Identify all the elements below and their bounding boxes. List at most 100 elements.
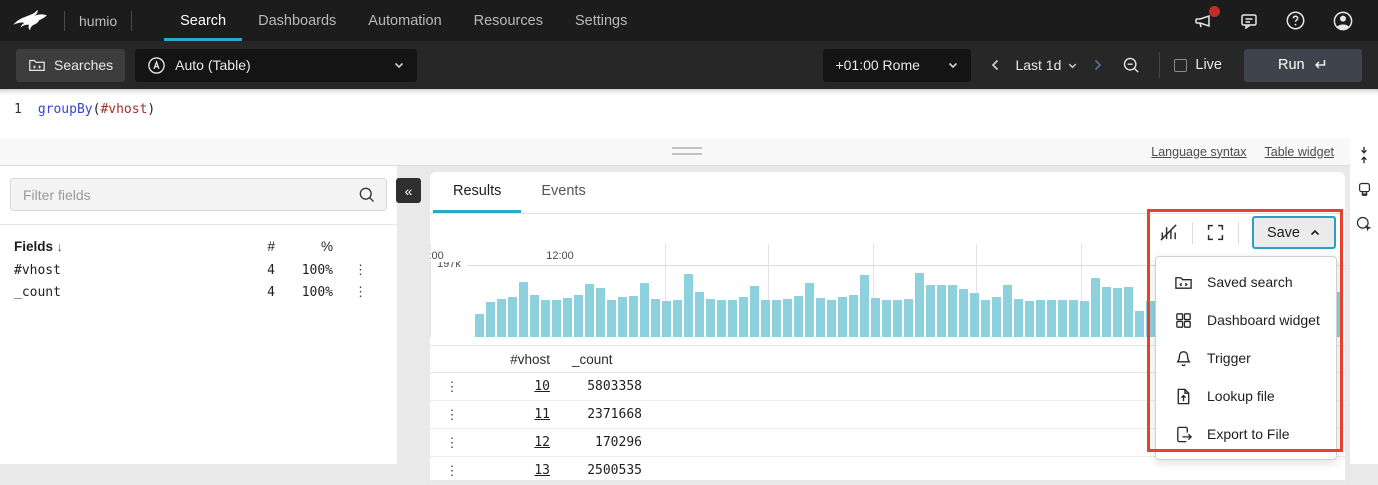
inspect-search-icon[interactable] <box>1355 215 1373 233</box>
table-row: ⋮ 13 2500535 <box>430 457 1345 485</box>
histogram-bar <box>574 295 583 337</box>
zoom-out-time-icon[interactable] <box>1118 52 1145 79</box>
repository-name[interactable]: humio <box>79 13 117 29</box>
query-editor[interactable]: 1 groupBy(#vhost) <box>0 89 1378 138</box>
crowdstrike-falcon-logo-icon[interactable] <box>12 8 50 34</box>
time-forward-button[interactable] <box>1088 54 1108 76</box>
chat-feedback-icon[interactable] <box>1239 11 1259 31</box>
vhost-value-link[interactable]: 13 <box>474 463 550 478</box>
histogram-bar <box>1113 288 1122 337</box>
menu-item-label: Dashboard widget <box>1207 312 1320 328</box>
row-menu-icon[interactable]: ⋮ <box>430 379 474 395</box>
histogram-bar <box>684 274 693 337</box>
menu-item-label: Export to File <box>1207 426 1289 442</box>
hide-histogram-icon[interactable] <box>1158 222 1179 243</box>
vhost-value-link[interactable]: 10 <box>474 379 550 394</box>
column-header-vhost[interactable]: #vhost <box>474 352 550 367</box>
histogram-bar <box>585 284 594 337</box>
row-menu-icon[interactable]: ⋮ <box>430 407 474 423</box>
divider <box>64 11 65 31</box>
view-mode-select[interactable]: Auto (Table) <box>135 49 417 82</box>
vhost-value-link[interactable]: 12 <box>474 435 550 450</box>
collapse-vertical-icon[interactable] <box>1355 145 1373 165</box>
column-header-count[interactable]: _count <box>550 352 642 367</box>
auto-mode-icon <box>147 56 166 75</box>
splitter-bar: Language syntax Table widget <box>0 138 1378 166</box>
fullscreen-icon[interactable] <box>1206 223 1225 242</box>
results-card: Results Events 197k 21:00 Thu 13 03:00 0… <box>430 172 1345 480</box>
language-syntax-link[interactable]: Language syntax <box>1151 145 1246 159</box>
time-range-select[interactable]: Last 1d <box>1015 57 1078 73</box>
results-actions-toolbar: Save <box>1158 216 1336 249</box>
row-menu-icon[interactable]: ⋮ <box>430 435 474 451</box>
filter-fields-input[interactable]: Filter fields <box>10 178 387 211</box>
export-file-icon <box>1174 425 1193 444</box>
searches-label: Searches <box>54 57 113 73</box>
help-icon[interactable] <box>1285 10 1306 31</box>
histogram-bar <box>717 300 726 337</box>
count-value: 2500535 <box>550 463 642 478</box>
chevron-down-icon <box>1067 60 1078 71</box>
menu-item-trigger[interactable]: Trigger <box>1156 339 1336 377</box>
nav-tab-search[interactable]: Search <box>164 0 242 41</box>
histogram-bar <box>915 273 924 337</box>
histogram-bar <box>805 283 814 337</box>
histogram-bar <box>937 285 946 337</box>
nav-tab-settings[interactable]: Settings <box>559 0 643 41</box>
nav-tab-automation[interactable]: Automation <box>352 0 457 41</box>
collapse-fields-panel-button[interactable]: « <box>396 178 421 203</box>
run-button[interactable]: Run ↵ <box>1244 49 1362 82</box>
searches-button[interactable]: Searches <box>16 49 125 82</box>
field-menu-icon[interactable]: ⋮ <box>333 262 383 278</box>
menu-item-saved-search[interactable]: Saved search <box>1156 263 1336 301</box>
tab-events[interactable]: Events <box>521 172 605 213</box>
vhost-value-link[interactable]: 11 <box>474 407 550 422</box>
histogram-bar <box>981 300 990 337</box>
live-toggle[interactable]: Live <box>1174 57 1222 73</box>
view-mode-value: Auto (Table) <box>175 57 250 73</box>
query-monitor-icon[interactable] <box>1356 181 1373 199</box>
save-button[interactable]: Save <box>1252 216 1336 249</box>
histogram-bar <box>827 300 836 337</box>
histogram-bar <box>871 298 880 337</box>
resize-handle[interactable] <box>672 147 702 159</box>
field-menu-icon[interactable]: ⋮ <box>333 284 383 300</box>
field-row-vhost[interactable]: #vhost 4 100% ⋮ <box>14 259 383 281</box>
menu-item-export-to-file[interactable]: Export to File <box>1156 415 1336 453</box>
histogram-bar <box>1014 299 1023 337</box>
field-count: 4 <box>229 263 275 278</box>
histogram-bar <box>860 275 869 337</box>
time-range-value: Last 1d <box>1015 57 1061 73</box>
histogram-bar <box>1135 311 1144 337</box>
announcements-icon[interactable] <box>1193 11 1213 31</box>
count-value: 2371668 <box>550 407 642 422</box>
divider <box>1238 222 1239 244</box>
histogram-bar <box>739 297 748 337</box>
search-toolbar: Searches Auto (Table) +01:00 Rome Last 1… <box>0 41 1378 89</box>
saved-search-icon <box>1174 273 1193 292</box>
histogram-bar <box>519 282 528 337</box>
profile-avatar-icon[interactable] <box>1332 10 1354 32</box>
menu-item-lookup-file[interactable]: Lookup file <box>1156 377 1336 415</box>
chevron-up-icon <box>1309 227 1321 239</box>
row-menu-icon[interactable]: ⋮ <box>430 463 474 479</box>
field-row-count[interactable]: _count 4 100% ⋮ <box>14 281 383 303</box>
menu-item-label: Saved search <box>1207 274 1293 290</box>
tab-results[interactable]: Results <box>433 172 521 213</box>
nav-tab-resources[interactable]: Resources <box>458 0 559 41</box>
table-widget-link[interactable]: Table widget <box>1265 145 1335 159</box>
results-tabs: Results Events <box>430 172 1345 214</box>
menu-item-dashboard-widget[interactable]: Dashboard widget <box>1156 301 1336 339</box>
live-checkbox[interactable] <box>1174 59 1187 72</box>
histogram-bar <box>970 293 979 337</box>
histogram-bar <box>1047 300 1056 337</box>
histogram-bar <box>640 283 649 337</box>
time-back-button[interactable] <box>985 54 1005 76</box>
histogram-bar <box>948 285 957 337</box>
main-nav-tabs: Search Dashboards Automation Resources S… <box>164 0 643 41</box>
nav-tab-dashboards[interactable]: Dashboards <box>242 0 352 41</box>
sort-direction-icon[interactable]: ↓ <box>57 240 63 254</box>
query-text: groupBy(#vhost) <box>38 102 155 138</box>
timezone-select[interactable]: +01:00 Rome <box>823 49 971 82</box>
chevron-down-icon <box>393 59 405 71</box>
